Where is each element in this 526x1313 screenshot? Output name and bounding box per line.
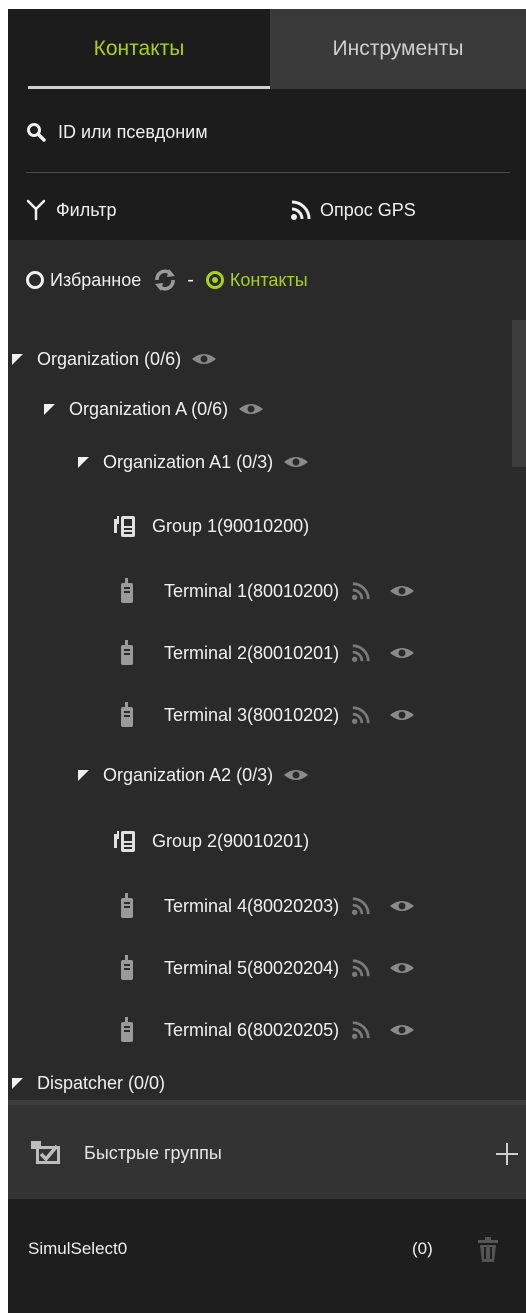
- radio-device-icon: [121, 1017, 133, 1042]
- eye-icon[interactable]: [389, 1023, 415, 1037]
- tree-node-label: Dispatcher (0/0): [37, 1072, 166, 1093]
- filter-label: Фильтр: [56, 199, 117, 220]
- expand-triangle-icon[interactable]: [78, 769, 89, 781]
- rss-icon[interactable]: [351, 705, 371, 725]
- eye-icon[interactable]: [389, 646, 415, 660]
- gps-poll-label: Опрос GPS: [320, 199, 416, 220]
- rss-icon[interactable]: [351, 643, 371, 663]
- radio-device-icon: [121, 893, 133, 918]
- tree-terminal-row[interactable]: Terminal 5(80020204): [120, 953, 415, 983]
- gps-poll-button[interactable]: Опрос GPS: [290, 195, 416, 225]
- add-quick-group-button[interactable]: [496, 1143, 518, 1165]
- tree-org-row[interactable]: Organization A1 (0/3): [78, 447, 309, 477]
- tree-terminal-row[interactable]: Terminal 4(80020203): [120, 891, 415, 921]
- eye-icon[interactable]: [389, 961, 415, 975]
- tree-node-label: Terminal 6(80020205): [164, 1019, 340, 1040]
- filter-button[interactable]: Фильтр: [26, 195, 116, 225]
- contacts-tree: Organization (0/6) Organization A (0/6) …: [8, 320, 512, 1105]
- tree-org-row[interactable]: Dispatcher (0/0): [12, 1068, 165, 1098]
- tree-terminal-row[interactable]: Terminal 6(80020205): [120, 1015, 415, 1045]
- eye-icon[interactable]: [389, 708, 415, 722]
- favorites-radio[interactable]: [26, 271, 44, 289]
- tree-org-row[interactable]: Organization A (0/6): [44, 394, 264, 424]
- tree-org-row[interactable]: Organization A2 (0/3): [78, 760, 309, 790]
- eye-icon[interactable]: [389, 899, 415, 913]
- tree-node-label: Terminal 4(80020203): [164, 895, 340, 916]
- rss-icon[interactable]: [351, 958, 371, 978]
- expand-triangle-icon[interactable]: [78, 456, 89, 468]
- expand-triangle-icon[interactable]: [12, 353, 23, 365]
- refresh-icon[interactable]: [153, 268, 177, 292]
- mode-separator: -: [187, 268, 194, 291]
- trash-icon[interactable]: [476, 1237, 500, 1263]
- favorites-label[interactable]: Избранное: [50, 270, 141, 291]
- tree-terminal-row[interactable]: Terminal 1(80010200): [120, 576, 415, 606]
- tree-node-label: Terminal 2(80010201): [164, 642, 340, 663]
- tree-node-label: Group 1(90010200): [152, 515, 310, 536]
- group-radio-icon: [114, 831, 135, 852]
- simul-select-row[interactable]: SimulSelect0 (0): [8, 1199, 526, 1313]
- checked-list-icon: [31, 1141, 60, 1164]
- contacts-label[interactable]: Контакты: [230, 270, 308, 291]
- tree-node-label: Organization A (0/6): [69, 398, 229, 419]
- contacts-radio[interactable]: [205, 271, 224, 289]
- eye-icon[interactable]: [283, 768, 309, 782]
- header-divider: [26, 172, 510, 173]
- tree-node-label: Organization (0/6): [37, 348, 182, 369]
- rss-icon: [291, 200, 311, 220]
- eye-icon[interactable]: [283, 455, 309, 469]
- tab-tools[interactable]: Инструменты: [270, 9, 526, 89]
- filter-icon: [26, 199, 46, 221]
- eye-icon[interactable]: [191, 352, 217, 366]
- group-radio-icon: [114, 516, 135, 537]
- tree-node-label: Terminal 1(80010200): [164, 580, 340, 601]
- search-placeholder: ID или псевдоним: [58, 121, 208, 142]
- view-mode-selector: Избранное - Контакты: [26, 265, 308, 295]
- search-input[interactable]: ID или псевдоним: [26, 117, 506, 147]
- tree-node-label: Organization A2 (0/3): [103, 764, 274, 785]
- simul-select-name: SimulSelect0: [28, 1239, 128, 1258]
- rss-icon[interactable]: [351, 581, 371, 601]
- radio-device-icon: [121, 640, 133, 665]
- radio-device-icon: [121, 702, 133, 727]
- tree-node-label: Terminal 3(80010202): [164, 704, 340, 725]
- tab-contacts[interactable]: Контакты: [8, 9, 270, 89]
- radio-device-icon: [121, 578, 133, 603]
- contacts-panel: Контакты Инструменты ID или псевдоним Фи…: [8, 9, 526, 1313]
- tree-node-label: Terminal 5(80020204): [164, 957, 340, 978]
- search-icon: [27, 123, 46, 142]
- tree-scrollbar-thumb[interactable]: [512, 320, 526, 467]
- simul-select-count: (0): [412, 1239, 433, 1258]
- eye-icon[interactable]: [389, 584, 415, 598]
- tree-org-row[interactable]: Organization (0/6): [12, 344, 217, 374]
- tab-bar: Контакты Инструменты: [8, 9, 526, 89]
- contacts-header: ID или псевдоним Фильтр Опрос GPS: [8, 89, 526, 240]
- tab-contacts-label: Контакты: [93, 37, 185, 60]
- tree-node-label: Group 2(90010201): [152, 830, 310, 851]
- tree-node-label: Organization A1 (0/3): [103, 451, 274, 472]
- eye-icon[interactable]: [238, 402, 264, 416]
- tree-group-row[interactable]: Group 2(90010201): [112, 826, 309, 856]
- radio-device-icon: [121, 955, 133, 980]
- rss-icon[interactable]: [351, 1020, 371, 1040]
- quick-groups-bar[interactable]: Быстрые группы: [8, 1105, 526, 1199]
- quick-groups-label: Быстрые группы: [84, 1142, 222, 1163]
- tab-tools-label: Инструменты: [332, 37, 464, 60]
- tree-group-row[interactable]: Group 1(90010200): [112, 511, 309, 541]
- quick-groups-header[interactable]: Быстрые группы: [30, 1133, 222, 1173]
- tree-terminal-row[interactable]: Terminal 3(80010202): [120, 700, 415, 730]
- expand-triangle-icon[interactable]: [12, 1077, 23, 1089]
- expand-triangle-icon[interactable]: [44, 403, 55, 415]
- rss-icon[interactable]: [351, 896, 371, 916]
- tree-terminal-row[interactable]: Terminal 2(80010201): [120, 638, 415, 668]
